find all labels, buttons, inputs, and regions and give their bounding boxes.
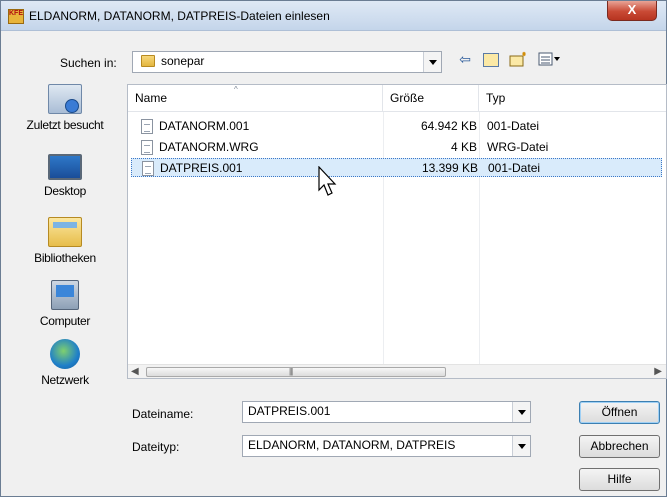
place-recent[interactable]: Zuletzt besucht xyxy=(10,84,120,132)
recent-places-icon xyxy=(48,84,82,114)
file-name: DATANORM.WRG xyxy=(159,140,259,154)
place-desktop[interactable]: Desktop xyxy=(10,154,120,198)
computer-icon xyxy=(51,280,79,310)
look-in-value: sonepar xyxy=(161,54,205,68)
grip-icon: ||| xyxy=(289,367,293,376)
column-header-row: Name ^ Größe Typ xyxy=(128,85,666,112)
network-icon xyxy=(50,339,80,369)
file-type: 001-Datei xyxy=(488,161,541,175)
place-network[interactable]: Netzwerk xyxy=(10,339,120,387)
back-icon[interactable]: ⇦ xyxy=(457,51,473,67)
file-row[interactable]: DATANORM.001 64.942 KB 001-Datei xyxy=(131,117,662,136)
sort-indicator-icon: ^ xyxy=(234,85,238,94)
place-label: Computer xyxy=(39,314,91,328)
file-name: DATPREIS.001 xyxy=(160,161,243,175)
file-icon xyxy=(141,119,153,134)
help-button[interactable]: Hilfe xyxy=(579,468,660,491)
chevron-down-icon[interactable] xyxy=(512,402,530,422)
desktop-icon xyxy=(48,154,82,180)
app-icon: KFE xyxy=(8,9,24,24)
look-in-label: Suchen in: xyxy=(60,56,117,70)
mouse-cursor-icon xyxy=(318,166,337,196)
column-header-label: Größe xyxy=(390,91,425,105)
file-size: 64.942 KB xyxy=(420,119,477,133)
place-libraries[interactable]: Bibliotheken xyxy=(10,217,120,265)
scroll-left-icon[interactable]: ◀ xyxy=(131,365,139,379)
file-size: 13.399 KB xyxy=(421,161,478,175)
filetype-value: ELDANORM, DATANORM, DATPREIS xyxy=(248,438,456,452)
close-button[interactable]: X xyxy=(607,1,657,21)
chevron-down-icon[interactable] xyxy=(423,52,441,72)
file-icon xyxy=(142,161,154,176)
folder-icon xyxy=(141,55,155,67)
views-menu-icon[interactable] xyxy=(538,51,562,67)
file-row[interactable]: DATANORM.WRG 4 KB WRG-Datei xyxy=(131,138,662,157)
file-open-dialog: KFE ELDANORM, DATANORM, DATPREIS-Dateien… xyxy=(0,0,667,497)
file-type: 001-Datei xyxy=(487,119,540,133)
filetype-select[interactable]: ELDANORM, DATANORM, DATPREIS xyxy=(242,435,531,457)
place-computer[interactable]: Computer xyxy=(10,280,120,328)
libraries-icon xyxy=(48,217,82,247)
column-header-name[interactable]: Name ^ xyxy=(128,85,383,112)
file-icon xyxy=(141,140,153,155)
title-bar[interactable]: KFE ELDANORM, DATANORM, DATPREIS-Dateien… xyxy=(1,1,666,31)
file-list[interactable]: Name ^ Größe Typ DATANORM.001 64.942 KB … xyxy=(127,84,667,379)
look-in-combobox[interactable]: sonepar xyxy=(132,51,442,73)
filename-input[interactable]: DATPREIS.001 xyxy=(242,401,531,423)
place-label: Bibliotheken xyxy=(34,251,96,265)
file-row-selected[interactable]: DATPREIS.001 13.399 KB 001-Datei xyxy=(131,158,662,177)
place-label: Zuletzt besucht xyxy=(26,118,104,132)
cancel-button[interactable]: Abbrechen xyxy=(579,435,660,458)
file-type: WRG-Datei xyxy=(487,140,549,154)
new-folder-icon[interactable] xyxy=(509,51,529,67)
scroll-right-icon[interactable]: ▶ xyxy=(654,365,662,379)
open-button[interactable]: Öffnen xyxy=(579,401,660,424)
place-label: Desktop xyxy=(44,184,86,198)
column-header-label: Name xyxy=(135,91,168,105)
window-title: ELDANORM, DATANORM, DATPREIS-Dateien ein… xyxy=(29,9,330,23)
file-size: 4 KB xyxy=(450,140,477,154)
place-label: Netzwerk xyxy=(41,373,89,387)
places-bar: Zuletzt besucht Desktop Bibliotheken Com… xyxy=(10,79,120,399)
column-header-type[interactable]: Typ xyxy=(479,85,589,112)
scrollbar-thumb[interactable]: ||| xyxy=(146,367,446,377)
file-name: DATANORM.001 xyxy=(159,119,250,133)
up-folder-icon[interactable] xyxy=(483,53,499,67)
filetype-label: Dateityp: xyxy=(132,440,180,454)
chevron-down-icon[interactable] xyxy=(512,436,530,456)
horizontal-scrollbar[interactable]: ◀ ||| ▶ xyxy=(128,364,666,378)
column-header-label: Typ xyxy=(486,91,506,105)
column-header-size[interactable]: Größe xyxy=(383,85,479,112)
filename-value: DATPREIS.001 xyxy=(248,404,331,418)
filename-label: Dateiname: xyxy=(132,407,194,421)
